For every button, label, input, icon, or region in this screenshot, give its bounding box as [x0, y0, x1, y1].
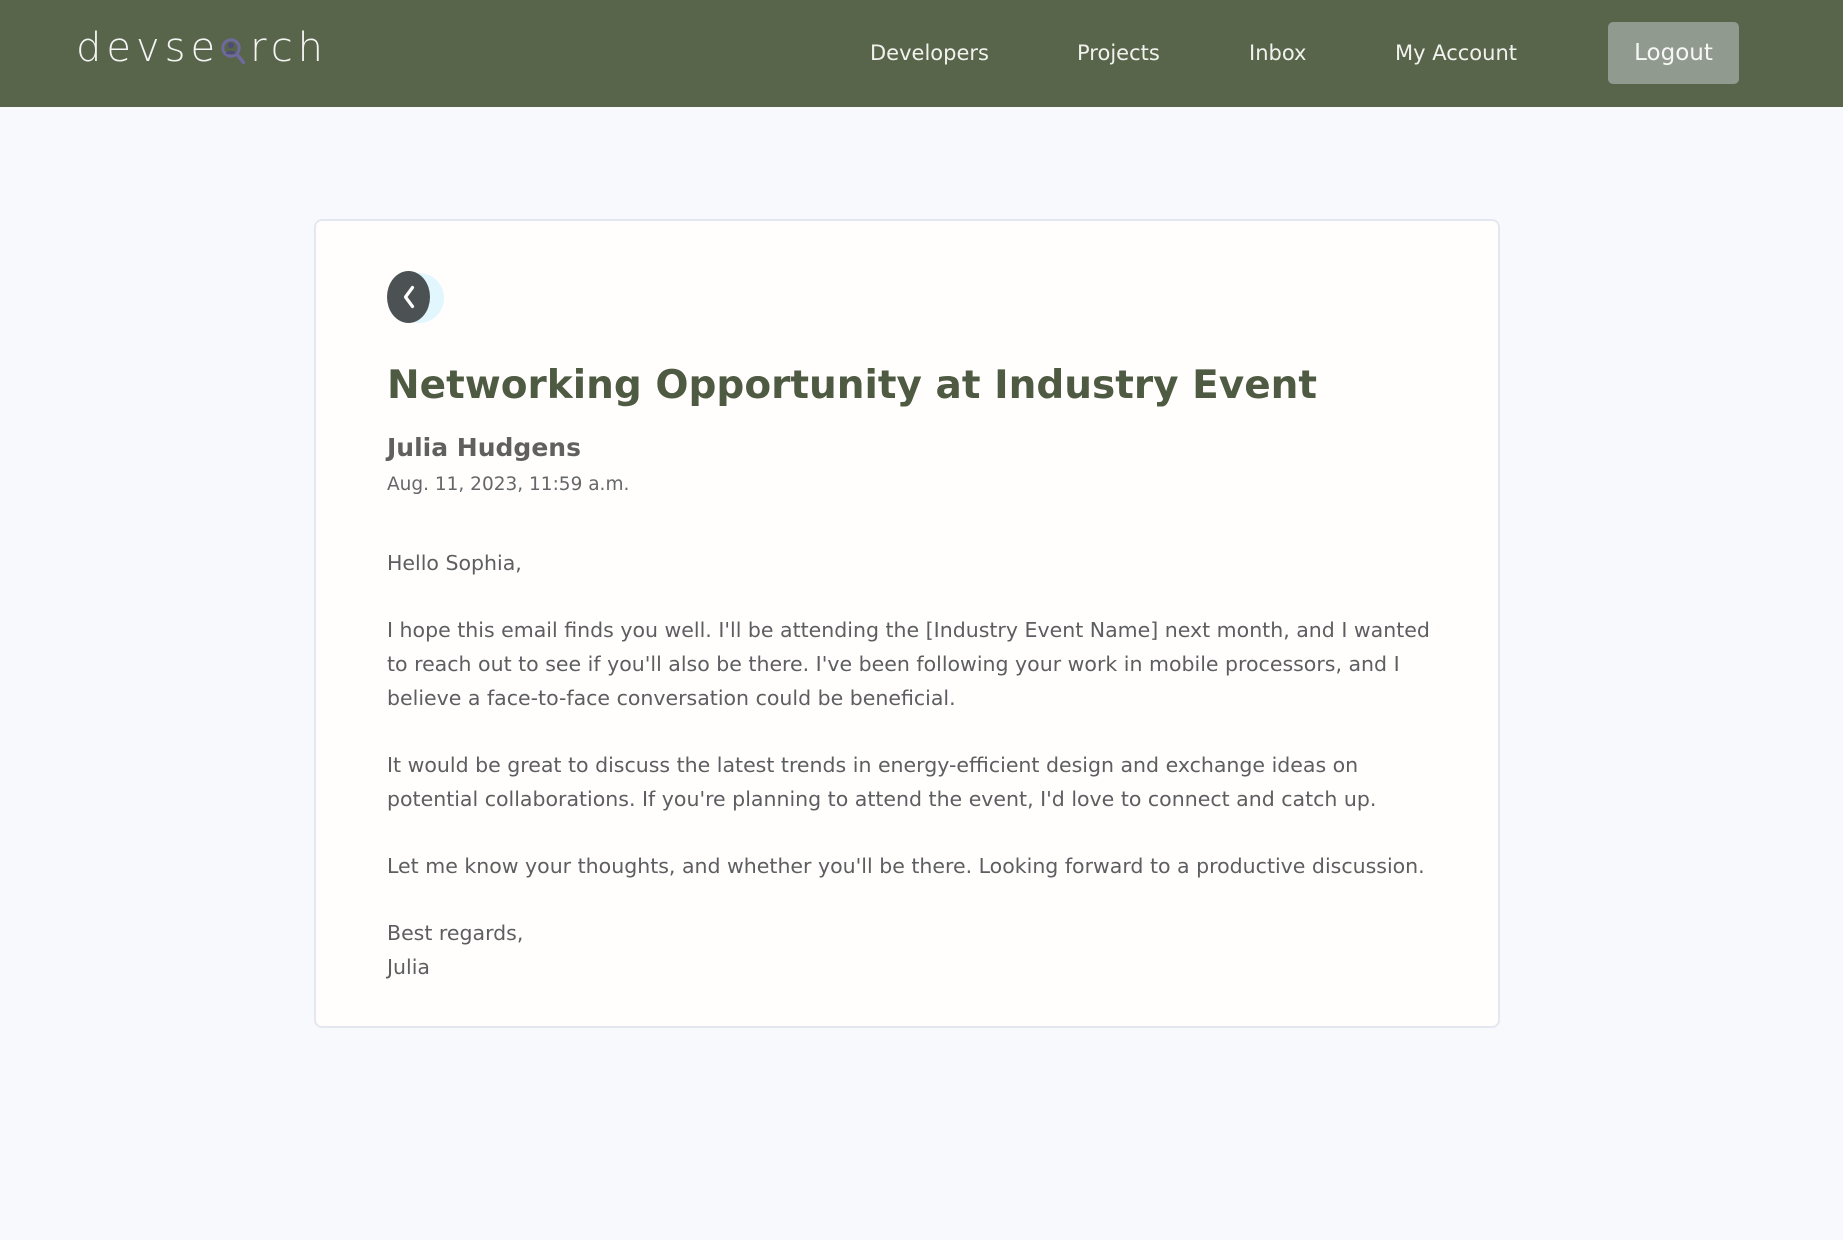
logout-button[interactable]: Logout [1608, 22, 1739, 84]
message-closing: Best regards, [387, 921, 524, 945]
message-signoff: Best regards, Julia [387, 916, 1447, 984]
message-timestamp: Aug. 11, 2023, 11:59 a.m. [387, 474, 630, 495]
message-signature: Julia [387, 955, 430, 979]
site-header: devse rch Developers Projects Inbox My A… [0, 0, 1843, 107]
message-greeting: Hello Sophia, [387, 551, 522, 575]
logo-text-end: rch [250, 25, 329, 71]
message-paragraph-3: Let me know your thoughts, and whether y… [387, 854, 1425, 878]
logo-link[interactable]: devse rch [76, 24, 328, 72]
magnifier-person-icon [221, 37, 246, 65]
message-body: Hello Sophia, I hope this email finds yo… [387, 546, 1447, 984]
message-paragraph-2: It would be great to discuss the latest … [387, 753, 1377, 811]
message-title: Networking Opportunity at Industry Event [387, 363, 1318, 408]
logo-text-start: devse [76, 25, 221, 71]
nav-my-account-link[interactable]: My Account [1395, 36, 1517, 70]
back-button[interactable] [387, 271, 444, 326]
nav-developers-link[interactable]: Developers [870, 36, 989, 70]
message-sender: Julia Hudgens [387, 433, 581, 462]
nav-projects-link[interactable]: Projects [1077, 36, 1160, 70]
chevron-left-icon [387, 271, 430, 323]
message-card: Networking Opportunity at Industry Event… [314, 219, 1500, 1028]
nav-inbox-link[interactable]: Inbox [1249, 36, 1306, 70]
message-paragraph-1: I hope this email finds you well. I'll b… [387, 618, 1430, 710]
